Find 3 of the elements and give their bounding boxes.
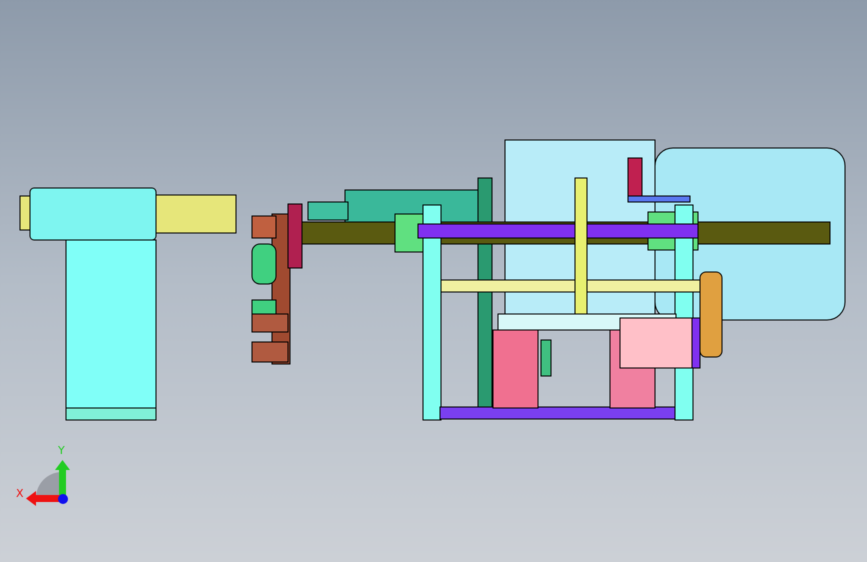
axis-triad-icon <box>26 460 70 506</box>
axis-label: X <box>16 487 24 500</box>
axis-label: Y <box>58 444 65 457</box>
